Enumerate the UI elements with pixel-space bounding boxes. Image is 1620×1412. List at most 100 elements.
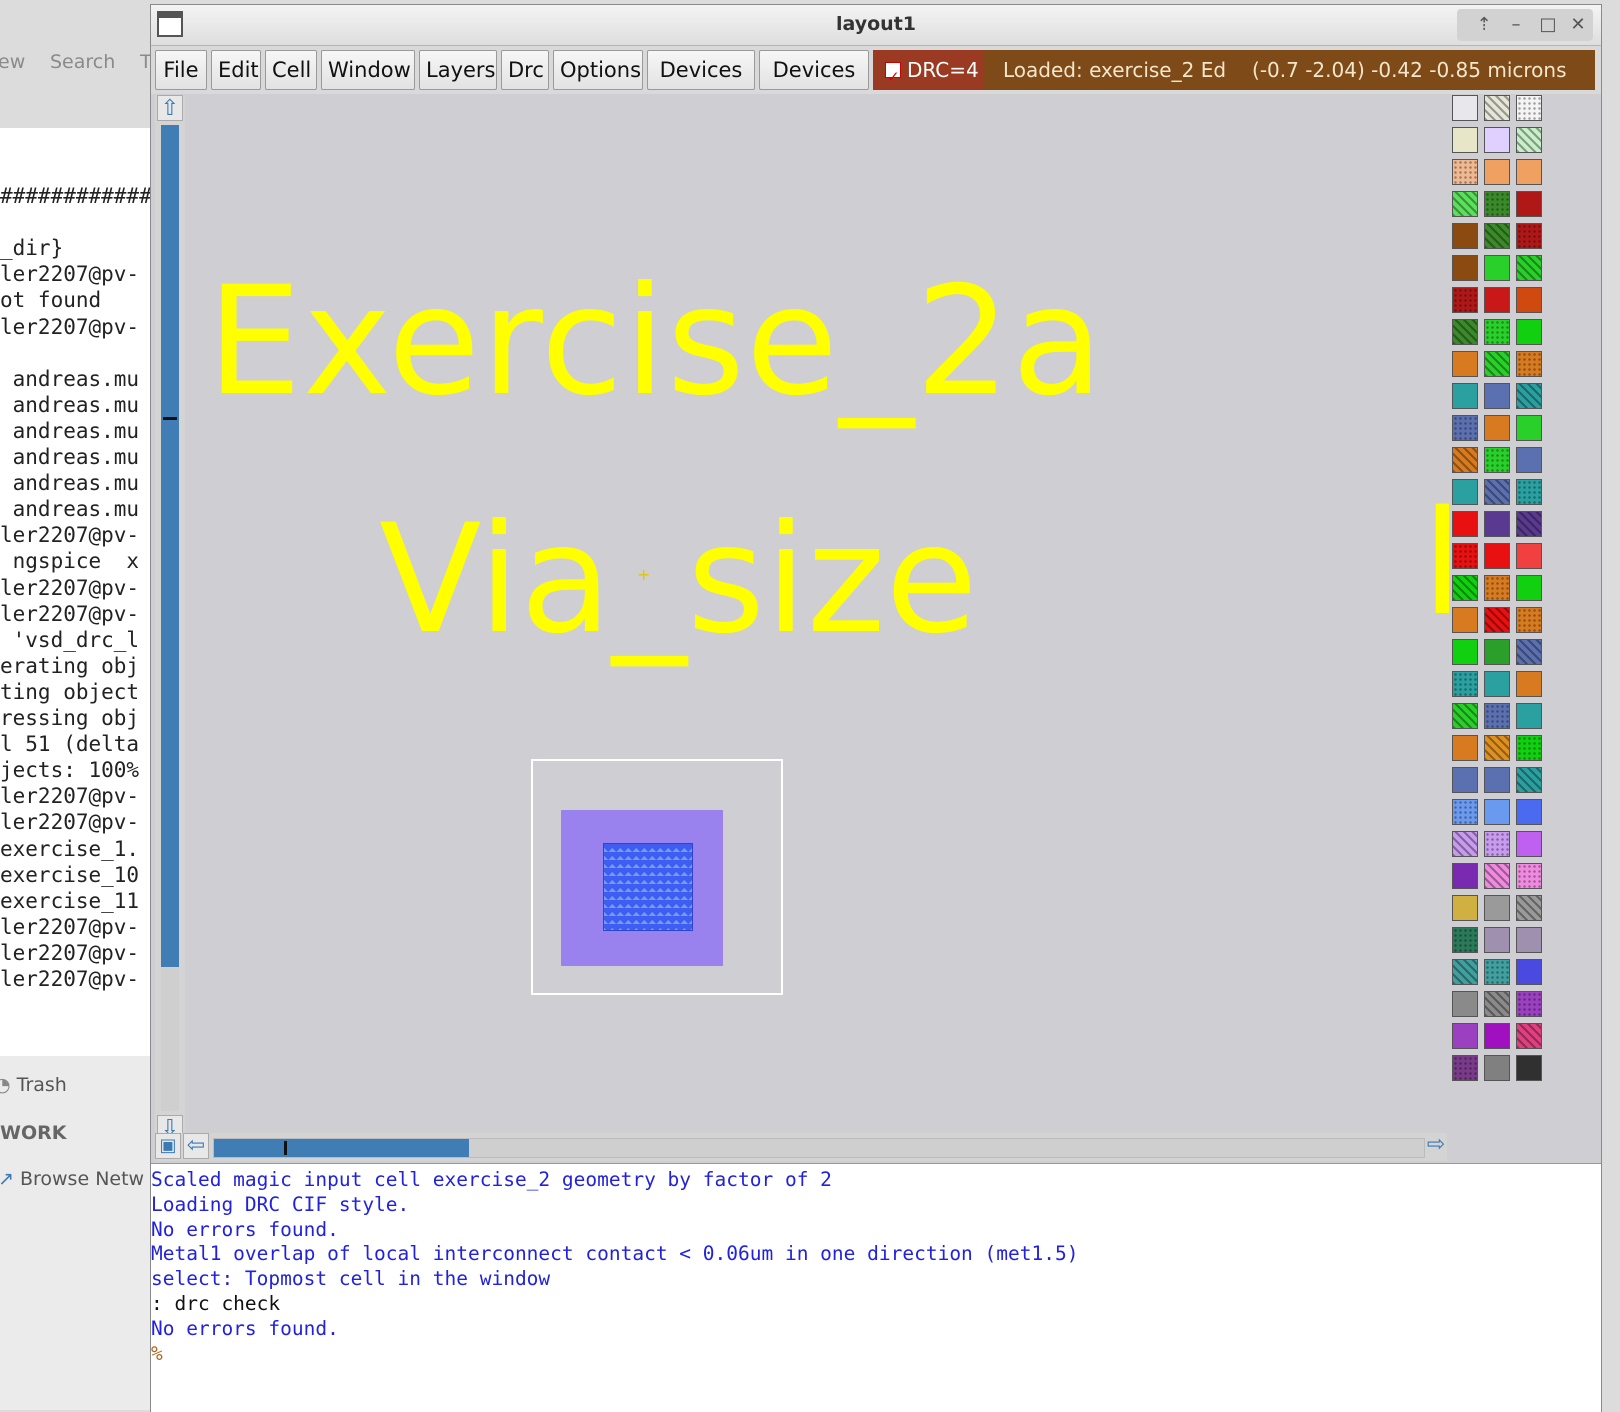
menu-window[interactable]: Window <box>321 50 415 90</box>
layer-swatch[interactable] <box>1452 1055 1478 1081</box>
layer-swatch[interactable] <box>1484 351 1510 377</box>
layer-swatch[interactable] <box>1452 543 1478 569</box>
horizontal-scroll-track[interactable] <box>213 1138 1425 1158</box>
layer-swatch[interactable] <box>1516 671 1542 697</box>
layer-swatch[interactable] <box>1516 1055 1542 1081</box>
sidebar-item-browse-network[interactable]: ↗ Browse Netw <box>0 1168 144 1190</box>
drc-checkbox[interactable] <box>885 57 901 97</box>
menu-options[interactable]: Options <box>553 50 643 90</box>
magic-layout-window[interactable]: layout1 ⇡ – □ ✕ File Edit Cell Window La… <box>150 4 1602 1412</box>
vertical-scroll-track[interactable] <box>161 125 179 1111</box>
layer-swatch[interactable] <box>1516 383 1542 409</box>
layer-swatch[interactable] <box>1516 991 1542 1017</box>
layer-swatch[interactable] <box>1452 895 1478 921</box>
layer-swatch[interactable] <box>1516 639 1542 665</box>
layer-swatch[interactable] <box>1484 639 1510 665</box>
menu-cell[interactable]: Cell <box>265 50 317 90</box>
layer-swatch[interactable] <box>1484 287 1510 313</box>
layer-swatch[interactable] <box>1484 735 1510 761</box>
layer-swatch[interactable] <box>1484 767 1510 793</box>
layer-swatch[interactable] <box>1452 863 1478 889</box>
layer-swatch[interactable] <box>1516 447 1542 473</box>
layer-swatch[interactable] <box>1516 959 1542 985</box>
layer-swatch[interactable] <box>1484 95 1510 121</box>
layer-swatch[interactable] <box>1452 735 1478 761</box>
layer-swatch[interactable] <box>1484 959 1510 985</box>
layer-swatch[interactable] <box>1452 991 1478 1017</box>
layer-swatch[interactable] <box>1452 1023 1478 1049</box>
layer-swatch[interactable] <box>1484 447 1510 473</box>
layer-swatch[interactable] <box>1516 255 1542 281</box>
layer-swatch[interactable] <box>1516 735 1542 761</box>
layer-swatch[interactable] <box>1516 1023 1542 1049</box>
layer-swatch[interactable] <box>1516 479 1542 505</box>
layer-swatch[interactable] <box>1516 287 1542 313</box>
layer-swatch[interactable] <box>1452 703 1478 729</box>
layer-swatch[interactable] <box>1452 383 1478 409</box>
layer-swatch[interactable] <box>1484 223 1510 249</box>
layer-swatch[interactable] <box>1452 127 1478 153</box>
layout-canvas[interactable]: Exercise_2a Via_size M + <box>187 95 1449 1131</box>
layer-swatch[interactable] <box>1516 607 1542 633</box>
layer-swatch[interactable] <box>1452 415 1478 441</box>
zoom-box-icon[interactable]: ▣ <box>155 1133 181 1159</box>
sidebar-item-trash[interactable]: ◔ Trash <box>0 1074 67 1096</box>
toolbar-item-view[interactable]: ew <box>0 51 25 73</box>
layer-swatch[interactable] <box>1484 575 1510 601</box>
close-button[interactable]: ✕ <box>1565 12 1591 38</box>
layer-swatch[interactable] <box>1516 863 1542 889</box>
layer-swatch[interactable] <box>1484 383 1510 409</box>
layer-swatch[interactable] <box>1516 191 1542 217</box>
menu-edit[interactable]: Edit <box>211 50 261 90</box>
layer-swatch[interactable] <box>1452 447 1478 473</box>
layer-swatch[interactable] <box>1516 127 1542 153</box>
layer-swatch[interactable] <box>1484 1023 1510 1049</box>
layer-swatch[interactable] <box>1484 863 1510 889</box>
layer-swatch[interactable] <box>1484 479 1510 505</box>
shade-button[interactable]: ⇡ <box>1471 12 1497 38</box>
layer-swatch[interactable] <box>1452 287 1478 313</box>
layer-swatch[interactable] <box>1452 639 1478 665</box>
layer-swatch[interactable] <box>1452 575 1478 601</box>
layer-swatch[interactable] <box>1484 607 1510 633</box>
layer-swatch[interactable] <box>1516 511 1542 537</box>
drc-indicator[interactable]: DRC=4 <box>873 50 983 97</box>
minimize-button[interactable]: – <box>1503 12 1529 38</box>
background-terminal[interactable]: ###############_dir}ler2207@pv-ot foundl… <box>0 128 150 1056</box>
via-contact-rectangle[interactable] <box>603 843 693 931</box>
layer-swatch[interactable] <box>1452 95 1478 121</box>
layer-swatch[interactable] <box>1452 159 1478 185</box>
layer-swatch[interactable] <box>1452 831 1478 857</box>
layer-swatch[interactable] <box>1484 159 1510 185</box>
layer-swatch[interactable] <box>1516 575 1542 601</box>
layer-swatch[interactable] <box>1452 959 1478 985</box>
layer-swatch[interactable] <box>1452 319 1478 345</box>
layer-swatch[interactable] <box>1452 511 1478 537</box>
maximize-button[interactable]: □ <box>1535 12 1561 38</box>
layer-swatch[interactable] <box>1516 799 1542 825</box>
layer-swatch[interactable] <box>1516 319 1542 345</box>
menu-file[interactable]: File <box>155 50 207 90</box>
layer-swatch[interactable] <box>1516 543 1542 569</box>
vertical-scrollbar[interactable]: ⇧ ⇩ <box>155 95 185 1147</box>
toolbar-item-search[interactable]: Search <box>50 51 115 73</box>
layer-swatch[interactable] <box>1484 511 1510 537</box>
layer-swatch[interactable] <box>1516 415 1542 441</box>
layer-swatch[interactable] <box>1484 319 1510 345</box>
layer-swatch[interactable] <box>1516 895 1542 921</box>
horizontal-scroll-thumb[interactable] <box>214 1139 469 1157</box>
layer-swatch[interactable] <box>1484 703 1510 729</box>
tcl-console[interactable]: Scaled magic input cell exercise_2 geome… <box>151 1163 1601 1412</box>
menu-devices-1[interactable]: Devices 1 <box>647 50 755 120</box>
layer-swatch[interactable] <box>1484 831 1510 857</box>
layer-swatch[interactable] <box>1516 703 1542 729</box>
scroll-right-arrow-icon[interactable]: ⇨ <box>1423 1133 1449 1159</box>
layer-swatch[interactable] <box>1452 767 1478 793</box>
menu-devices-2[interactable]: Devices 2 <box>759 50 869 120</box>
layer-swatch[interactable] <box>1484 255 1510 281</box>
layer-swatch[interactable] <box>1516 831 1542 857</box>
layer-swatch[interactable] <box>1516 223 1542 249</box>
horizontal-scrollbar[interactable]: ▣ ⇦ ⇨ <box>155 1133 1447 1161</box>
layer-swatch[interactable] <box>1516 159 1542 185</box>
layer-swatch[interactable] <box>1516 351 1542 377</box>
